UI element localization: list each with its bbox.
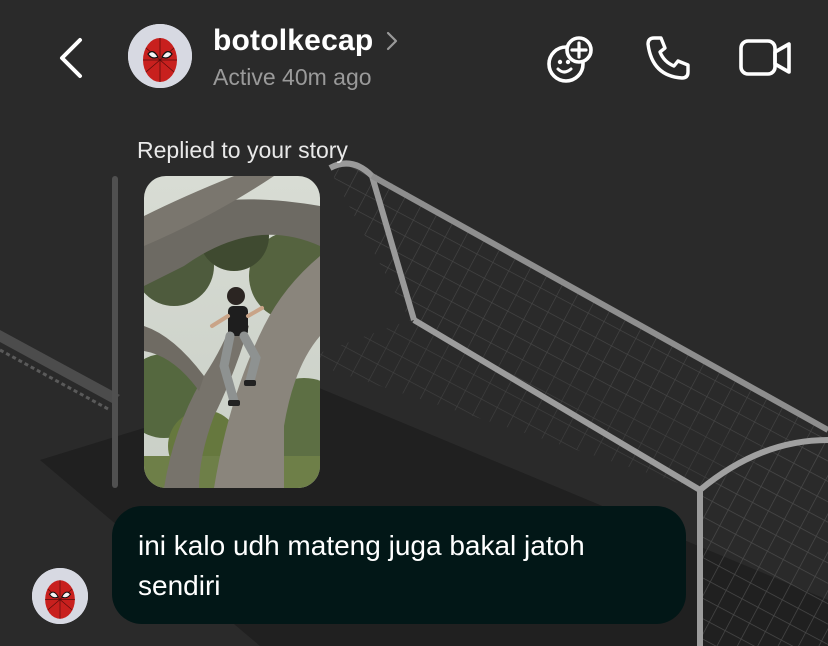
phone-icon — [646, 36, 690, 80]
chevron-left-icon — [60, 38, 82, 78]
chat-header: botolkecap Active 40m ago — [0, 0, 828, 120]
spiderman-avatar-image — [32, 568, 88, 624]
sender-avatar[interactable] — [32, 568, 88, 624]
story-photo-person-in-tree — [144, 176, 320, 488]
active-status: Active 40m ago — [213, 64, 372, 90]
profile-link[interactable]: botolkecap — [213, 24, 399, 58]
back-button[interactable] — [48, 30, 96, 86]
spiderman-avatar-image — [128, 24, 192, 88]
reply-context-label: Replied to your story — [137, 137, 348, 163]
video-call-button[interactable] — [738, 32, 792, 84]
chevron-right-icon — [387, 31, 398, 51]
games-button[interactable] — [544, 32, 596, 84]
avatar[interactable] — [128, 24, 192, 88]
video-camera-icon — [739, 39, 791, 76]
audio-call-button[interactable] — [642, 32, 694, 84]
games-icon — [547, 36, 593, 83]
story-thumbnail[interactable] — [144, 176, 320, 488]
message-text: ini kalo udh mateng juga bakal jatoh sen… — [138, 530, 585, 601]
username: botolkecap — [213, 24, 374, 57]
message-bubble[interactable]: ini kalo udh mateng juga bakal jatoh sen… — [112, 506, 686, 624]
reply-indicator-bar — [112, 176, 118, 488]
